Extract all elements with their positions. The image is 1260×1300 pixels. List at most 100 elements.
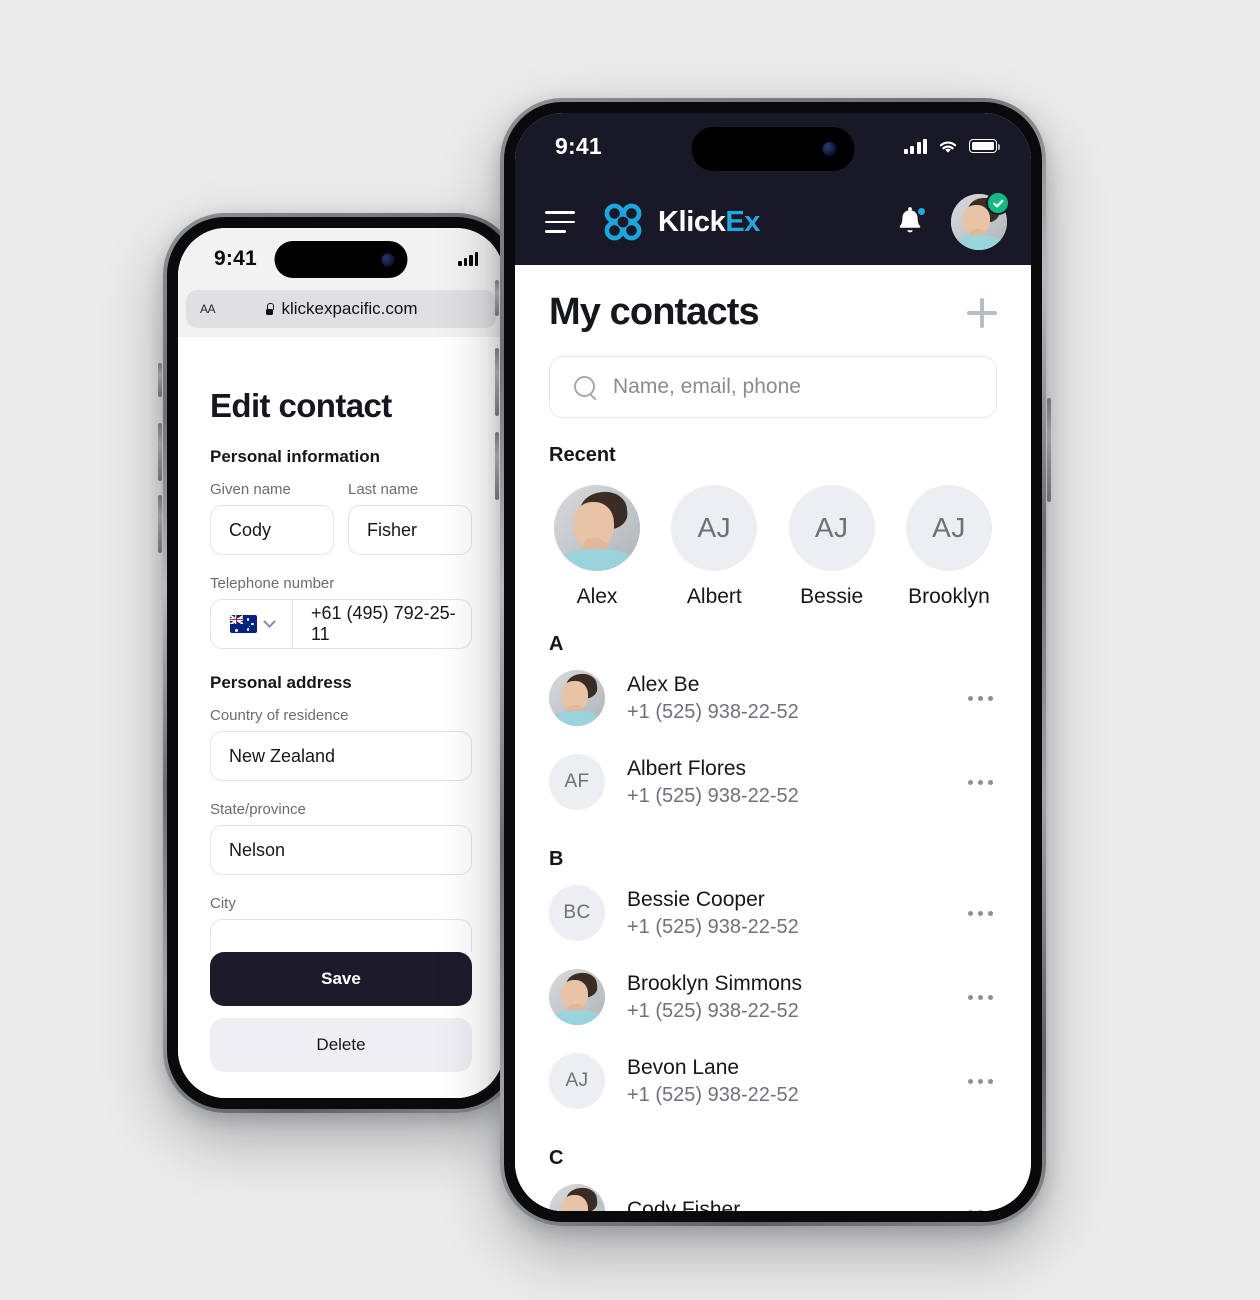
section-heading-personal-address: Personal address (210, 673, 352, 692)
contact-phone: +1 (525) 938-22-52 (627, 915, 799, 938)
avatar-photo (549, 1184, 605, 1211)
city-label: City (210, 895, 236, 912)
section-heading-personal-information: Personal information (210, 447, 381, 466)
search-placeholder: Name, email, phone (613, 375, 801, 398)
contact-name: Bevon Lane (627, 1055, 740, 1079)
contact-info: Bessie Cooper +1 (525) 938-22-52 (627, 888, 941, 939)
status-bar-time: 9:41 (555, 132, 602, 159)
contact-info: Cody Fisher (627, 1198, 941, 1211)
status-bar-time: 9:41 (214, 247, 257, 270)
given-name-input[interactable]: Cody (210, 505, 334, 555)
recent-contact[interactable]: Alex (549, 485, 645, 609)
cellular-signal-icon (903, 138, 927, 154)
contact-avatar: BC (549, 885, 605, 941)
contact-phone: +1 (525) 938-22-52 (627, 700, 799, 723)
contact-row[interactable]: Alex Be +1 (525) 938-22-52 (515, 656, 1031, 740)
contact-row[interactable]: Cody Fisher (515, 1170, 1031, 1211)
silent-switch[interactable] (158, 363, 162, 397)
avatar-initials: AJ (697, 512, 732, 543)
text-size-button[interactable]: AA (200, 302, 216, 316)
status-bar: 9:41 (515, 113, 1031, 179)
recent-contact[interactable]: AJ Albert (666, 485, 762, 609)
country-input[interactable]: New Zealand (210, 731, 472, 781)
avatar-initials: AF (564, 771, 590, 792)
recent-contact-name: Brooklyn (908, 585, 990, 608)
power-button[interactable] (1047, 398, 1051, 502)
front-camera-icon (381, 253, 395, 266)
contact-row[interactable]: BC Bessie Cooper +1 (525) 938-22-52 (515, 871, 1031, 955)
klickex-logo-icon (601, 201, 645, 243)
last-name-input[interactable]: Fisher (348, 505, 472, 555)
more-options-icon[interactable] (963, 910, 997, 916)
contact-name: Bessie Cooper (627, 887, 765, 911)
volume-up-button[interactable] (158, 423, 162, 481)
last-name-group: Last name Fisher (348, 481, 472, 555)
telephone-label: Telephone number (210, 575, 335, 592)
avatar-photo (549, 670, 605, 726)
more-options-icon[interactable] (963, 1078, 997, 1084)
safari-screen: 9:41 AA klickexpacific.com Edit contact … (178, 228, 504, 1098)
contact-name: Alex Be (627, 672, 700, 696)
state-input[interactable]: Nelson (210, 825, 472, 875)
search-field[interactable]: Name, email, phone (549, 356, 997, 418)
country-label: Country of residence (210, 707, 349, 724)
recent-contacts-list: Alex AJ Albert AJ Bessie AJ Brooklyn (515, 467, 1031, 609)
contact-avatar (549, 969, 605, 1025)
silent-switch[interactable] (495, 280, 499, 316)
recent-contact[interactable]: AJ Brooklyn (901, 485, 997, 609)
profile-avatar-button[interactable] (951, 191, 1010, 250)
notification-badge (916, 206, 927, 217)
contact-info: Alex Be +1 (525) 938-22-52 (627, 673, 941, 724)
klickex-app-screen: 9:41 KlickEx My contacts Name, email, ph… (515, 113, 1031, 1211)
contacts-page: My contacts Name, email, phone Recent Al… (515, 265, 1031, 1211)
app-navbar: KlickEx (515, 179, 1031, 265)
address-bar[interactable]: AA klickexpacific.com (186, 290, 496, 328)
address-bar-content: klickexpacific.com (186, 299, 496, 319)
text-size-label: AA (200, 302, 216, 316)
brand-logo[interactable]: KlickEx (601, 201, 760, 243)
telephone-input[interactable]: +61 (495) 792-25-11 (292, 599, 472, 649)
status-bar: 9:41 (178, 228, 504, 290)
name-fields-row: Given name Cody Last name Fisher (210, 481, 472, 555)
avatar-initials: AJ (814, 512, 849, 543)
delete-button[interactable]: Delete (210, 1018, 472, 1072)
recent-avatar: AJ (788, 485, 875, 571)
contact-avatar: AF (549, 754, 605, 810)
hamburger-menu-icon[interactable] (545, 211, 575, 233)
more-options-icon[interactable] (963, 695, 997, 701)
volume-up-button[interactable] (495, 348, 499, 416)
volume-down-button[interactable] (495, 432, 499, 500)
avatar-photo (549, 969, 605, 1025)
notifications-button[interactable] (895, 206, 927, 238)
status-bar-icons (903, 138, 1000, 155)
verified-check-icon (986, 191, 1010, 215)
more-options-icon[interactable] (963, 1209, 997, 1211)
chevron-down-icon (262, 614, 276, 628)
recent-contact-name: Bessie (800, 585, 864, 608)
recent-contact[interactable]: AJ Bessie (784, 485, 880, 609)
recent-avatar: AJ (905, 485, 992, 571)
australia-flag-icon (229, 615, 257, 633)
page-title: My contacts (549, 291, 760, 333)
volume-down-button[interactable] (158, 495, 162, 553)
contact-row[interactable]: AJ Bevon Lane +1 (525) 938-22-52 (515, 1039, 1031, 1123)
more-options-icon[interactable] (963, 779, 997, 785)
dynamic-island (274, 241, 408, 278)
save-button[interactable]: Save (210, 952, 472, 1006)
search-icon (574, 375, 597, 399)
add-contact-button[interactable] (967, 297, 997, 328)
more-options-icon[interactable] (963, 994, 997, 1000)
group-letter: A (549, 633, 564, 655)
group-letter: B (549, 848, 564, 870)
phone-device-app: 9:41 KlickEx My contacts Name, email, ph… (495, 98, 1051, 1226)
avatar-initials: AJ (565, 1070, 589, 1091)
recent-avatar: AJ (671, 485, 758, 571)
country-code-selector[interactable] (210, 599, 292, 649)
contact-name: Albert Flores (627, 756, 747, 780)
contact-row[interactable]: AF Albert Flores +1 (525) 938-22-52 (515, 740, 1031, 824)
contact-row[interactable]: Brooklyn Simmons +1 (525) 938-22-52 (515, 955, 1031, 1039)
brand-name-accent: Ex (725, 205, 760, 238)
